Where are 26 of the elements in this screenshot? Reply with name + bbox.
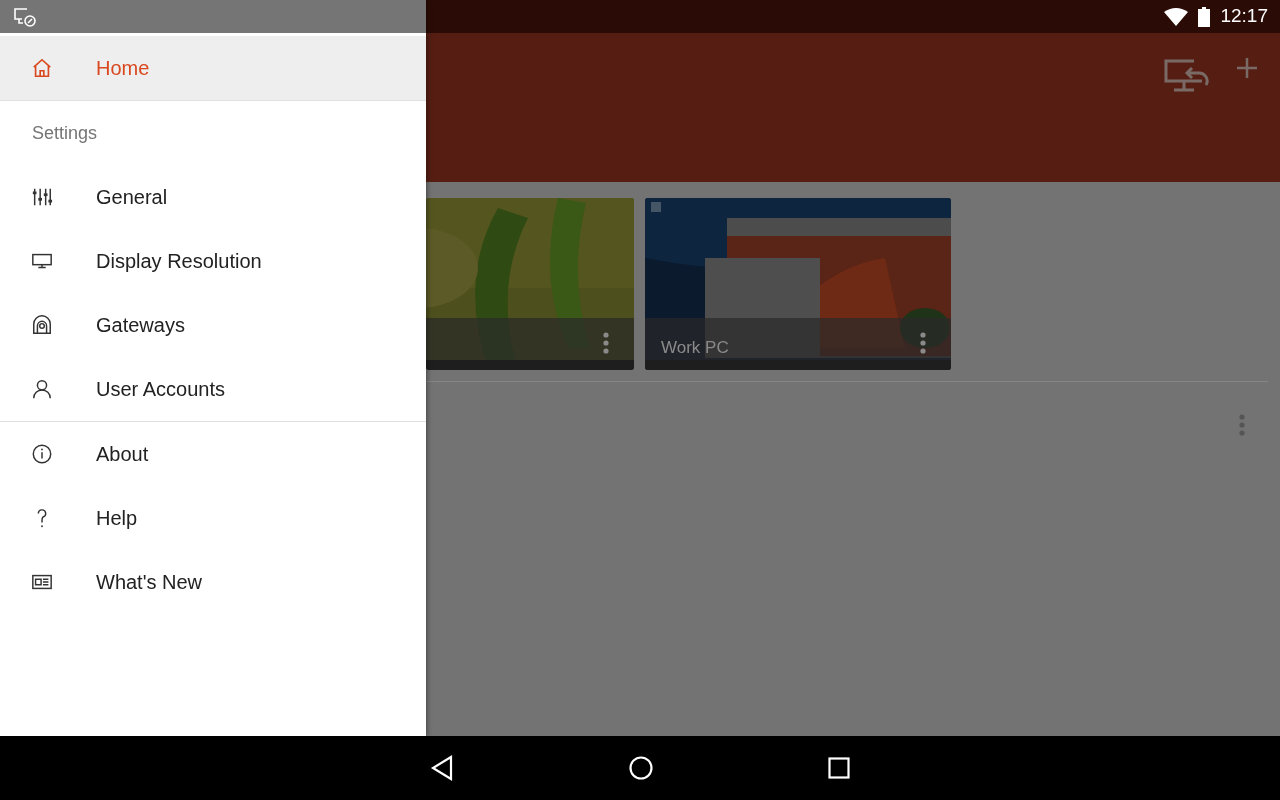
monitor-arrow-icon[interactable] — [1164, 57, 1210, 93]
drawer-item[interactable]: Display Resolution — [0, 229, 426, 293]
info-icon — [31, 443, 53, 465]
drawer-item[interactable]: What's New — [0, 550, 426, 614]
wifi-icon — [1164, 7, 1189, 26]
back-icon[interactable] — [430, 755, 454, 781]
add-icon[interactable] — [1236, 57, 1258, 79]
house-icon — [31, 57, 53, 79]
remote-desktop-icon — [13, 6, 37, 27]
section-header: Settings — [32, 122, 98, 145]
drawer-item[interactable]: Home — [0, 36, 426, 100]
recents-icon[interactable] — [828, 757, 850, 779]
arch-icon — [31, 314, 53, 336]
clock: 12:17 — [1220, 4, 1268, 29]
drawer-item[interactable]: Help — [0, 486, 426, 550]
drawer-item[interactable]: General — [0, 165, 426, 229]
drawer-item[interactable]: User Accounts — [0, 357, 426, 421]
desktop-name: Work PC — [661, 337, 729, 359]
user-icon — [31, 378, 53, 400]
drawer-item[interactable]: About — [0, 422, 426, 486]
battery-icon — [1198, 6, 1211, 27]
drawer-item[interactable]: Gateways — [0, 293, 426, 357]
more-icon[interactable] — [602, 332, 610, 354]
sliders-icon — [31, 186, 53, 208]
home-icon[interactable] — [629, 756, 653, 780]
more-icon[interactable] — [919, 332, 927, 354]
